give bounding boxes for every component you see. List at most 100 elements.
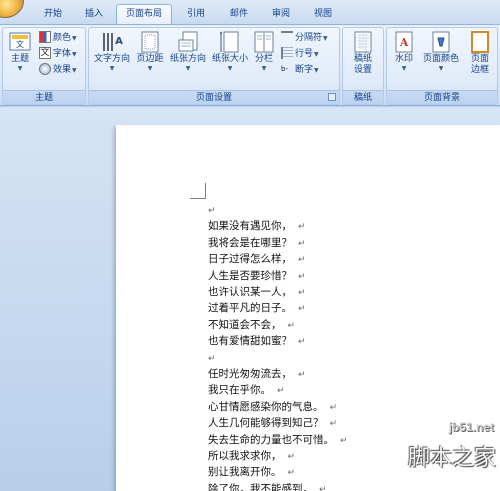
- chevron-down-icon: ▼: [185, 65, 191, 72]
- document-line: 也有爱情甜如蜜？ ↵: [208, 333, 306, 349]
- document-line: 别让我离开你。 ↵: [208, 464, 295, 480]
- page-color-icon: [429, 30, 453, 54]
- document-line: 除了你，我不能感到， ↵: [208, 481, 327, 491]
- document-line-text: 日子过得怎么样，: [208, 253, 292, 266]
- document-line: ↵: [208, 202, 216, 218]
- tab-references[interactable]: 引用: [176, 6, 216, 24]
- document-line-text: 别让我离开你。: [208, 466, 282, 479]
- hyphenation-icon: b-: [281, 64, 288, 73]
- document-line: 心甘情愿感染你的气息。 ↵: [208, 399, 337, 415]
- group-page-setup: A 文字方向 ▼ 页边距 ▼ 纸张方向 ▼ 纸张大小 ▼ 分栏 ▼ 分隔符▼ 行…: [88, 27, 340, 105]
- ribbon: 文 主题 ▼ 颜色▼ 文字体▼ 效果▼ 主题 A 文字方向 ▼ 页边距 ▼ 纸张…: [0, 24, 500, 106]
- breaks-label: 分隔符: [295, 33, 323, 43]
- ribbon-tab-strip: 开始 插入 页面布局 引用 邮件 审阅 视图: [0, 0, 500, 24]
- hyphenation-button[interactable]: b- 断字▼: [281, 63, 319, 78]
- group-label-draft-paper: 稿纸: [343, 90, 383, 104]
- group-page-background: A 水印 ▼ 页面颜色 ▼ 页面 边框 页面背景: [386, 27, 498, 105]
- document-line: 人生是否要珍惜？ ↵: [208, 268, 306, 284]
- paragraph-mark-icon: ↵: [298, 304, 306, 315]
- chevron-down-icon: ▼: [147, 65, 153, 72]
- columns-icon: [252, 30, 276, 54]
- tab-home[interactable]: 开始: [34, 6, 72, 24]
- breaks-button[interactable]: 分隔符▼: [281, 30, 328, 46]
- document-line-text: 人生是否要珍惜？: [208, 269, 292, 282]
- chevron-down-icon: ▼: [109, 65, 115, 72]
- themes-label: 主题: [10, 54, 29, 64]
- theme-fonts-label: 字体: [53, 49, 72, 59]
- orientation-icon: [176, 30, 200, 54]
- fonts-icon: 文: [39, 46, 51, 59]
- margins-label: 页边距: [136, 54, 164, 64]
- tab-page-layout[interactable]: 页面布局: [116, 4, 172, 24]
- chevron-down-icon: ▼: [261, 65, 267, 72]
- draft-settings-button[interactable]: 稿纸 设置: [345, 30, 381, 90]
- text-direction-button[interactable]: A 文字方向 ▼: [91, 30, 133, 90]
- watermark-label: 水印: [394, 54, 413, 64]
- document-line-text: 过着平凡的日子。: [208, 302, 292, 315]
- page-color-button[interactable]: 页面颜色 ▼: [419, 30, 463, 90]
- line-numbers-icon: [281, 46, 293, 59]
- svg-text:文: 文: [16, 39, 24, 49]
- document-line: 如果没有遇见你， ↵: [208, 218, 306, 234]
- themes-icon: 文: [8, 30, 32, 54]
- page-setup-dialog-launcher[interactable]: [328, 93, 336, 101]
- document-line: 失去生命的力量也不可惜。 ↵: [208, 432, 348, 448]
- group-label-themes: 主题: [3, 90, 85, 104]
- line-numbers-button[interactable]: 行号▼: [281, 46, 319, 62]
- chevron-down-icon: ▼: [72, 51, 77, 58]
- tab-mailings[interactable]: 邮件: [220, 6, 258, 24]
- document-line-text: 我只在乎你。: [208, 384, 271, 397]
- document-line: 也许认识某一人， ↵: [208, 284, 306, 300]
- text-direction-icon: A: [100, 30, 124, 54]
- group-label-page-setup: 页面设置: [89, 90, 339, 104]
- chevron-down-icon: ▼: [227, 65, 233, 72]
- hyphenation-label: 断字: [295, 65, 314, 75]
- page-borders-label-line2: 边框: [470, 65, 489, 75]
- document-page[interactable]: ↵ 如果没有遇见你， ↵ 我将会是在哪里？ ↵ 日子过得怎么样， ↵ 人生是否要珍惜？ ↵ 也许认…: [116, 125, 500, 491]
- paragraph-mark-icon: ↵: [298, 370, 306, 380]
- document-line: 我只在乎你。 ↵: [208, 382, 285, 398]
- tab-view[interactable]: 视图: [304, 6, 342, 24]
- theme-colors-label: 颜色: [53, 33, 72, 43]
- chevron-down-icon: ▼: [314, 67, 319, 74]
- document-line-text: 任时光匆匆流去，: [208, 368, 292, 380]
- size-button[interactable]: 纸张大小 ▼: [209, 30, 251, 90]
- document-line-text: 不知道会不会，: [208, 318, 282, 331]
- document-line-text: 如果没有遇见你，: [208, 220, 292, 233]
- page-margin-corner-mark: [190, 183, 206, 199]
- paragraph-mark-icon: ↵: [208, 206, 216, 216]
- tab-review[interactable]: 审阅: [262, 6, 300, 24]
- margins-button[interactable]: 页边距 ▼: [133, 30, 167, 90]
- orientation-label: 纸张方向: [169, 54, 206, 64]
- document-line-text: 所以我求求你，: [208, 450, 282, 462]
- themes-button[interactable]: 文 主题 ▼: [5, 30, 35, 90]
- document-line-text: 我将会是在哪里？: [208, 236, 292, 249]
- document-line: 我将会是在哪里？ ↵: [208, 235, 306, 251]
- text-direction-label: 文字方向: [93, 54, 130, 64]
- draft-settings-label-line2: 设置: [353, 65, 372, 75]
- tab-insert[interactable]: 插入: [76, 6, 112, 24]
- paragraph-mark-icon: ↵: [298, 222, 306, 233]
- theme-effects-label: 效果: [53, 65, 72, 75]
- group-draft-paper: 稿纸 设置 稿纸: [342, 27, 384, 105]
- theme-colors-button[interactable]: 颜色▼: [39, 30, 77, 46]
- document-area: ↵ 如果没有遇见你， ↵ 我将会是在哪里？ ↵ 日子过得怎么样， ↵ 人生是否要珍惜？ ↵ 也许认…: [0, 107, 500, 491]
- size-label: 纸张大小: [211, 54, 248, 64]
- paragraph-mark-icon: ↵: [298, 238, 306, 249]
- document-line-text: 也有爱情甜如蜜？: [208, 335, 292, 348]
- margins-icon: [138, 30, 162, 54]
- document-line-text: 失去生命的力量也不可惜。: [208, 433, 334, 446]
- chevron-down-icon: ▼: [72, 35, 77, 42]
- orientation-button[interactable]: 纸张方向 ▼: [167, 30, 209, 90]
- theme-effects-button[interactable]: 效果▼: [39, 62, 77, 78]
- watermark-button[interactable]: A 水印 ▼: [389, 30, 419, 90]
- chevron-down-icon: ▼: [72, 67, 77, 74]
- columns-button[interactable]: 分栏 ▼: [251, 30, 277, 90]
- office-button[interactable]: [0, 0, 24, 18]
- document-line-text: 除了你，我不能感到，: [208, 482, 313, 491]
- paragraph-mark-icon: ↵: [277, 386, 285, 397]
- paragraph-mark-icon: ↵: [287, 468, 296, 479]
- svg-text:A: A: [115, 36, 123, 47]
- theme-fonts-button[interactable]: 文字体▼: [39, 46, 77, 62]
- page-borders-button[interactable]: 页面 边框: [465, 30, 495, 90]
